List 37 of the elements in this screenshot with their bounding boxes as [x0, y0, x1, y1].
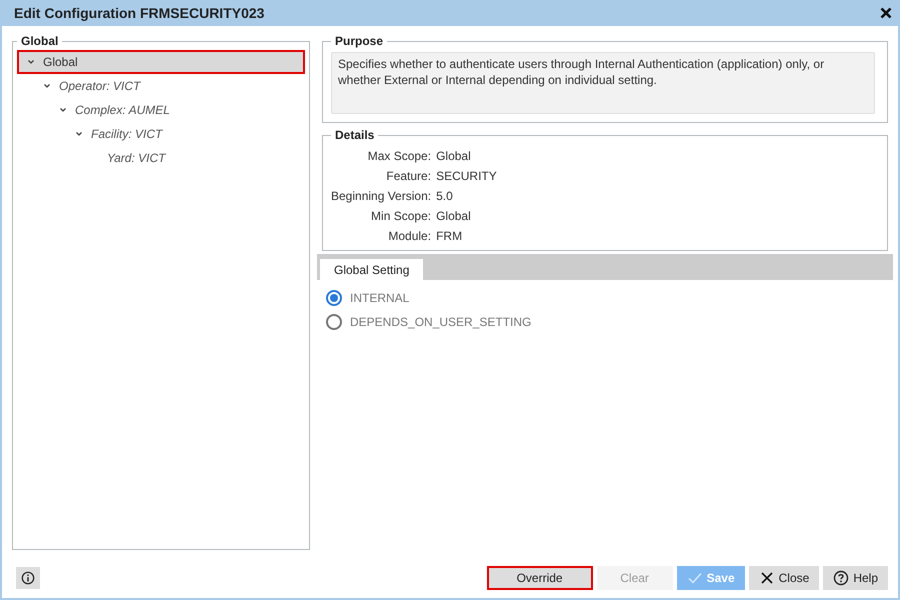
tree-item[interactable]: Operator: VICT: [17, 74, 305, 98]
tree-item[interactable]: Facility: VICT: [17, 122, 305, 146]
detail-label: Module:: [387, 228, 432, 244]
detail-value: SECURITY: [436, 168, 498, 184]
close-button[interactable]: Close: [748, 566, 820, 590]
detail-value: FRM: [436, 228, 464, 244]
info-icon: [21, 571, 35, 585]
purpose-text: Specifies whether to authenticate users through Internal Authentication (application) only, or whether External or Internal depending on individual setting.: [331, 52, 875, 114]
radio-label: INTERNAL: [350, 291, 410, 305]
radio-button[interactable]: [326, 290, 342, 306]
panel-legend: Global: [17, 34, 62, 48]
detail-label: Feature:: [385, 168, 432, 184]
close-icon[interactable]: [880, 7, 892, 19]
radio-label: DEPENDS_ON_USER_SETTING: [350, 315, 532, 329]
tree-item[interactable]: Global: [17, 50, 305, 74]
help-button[interactable]: Help: [823, 566, 888, 590]
detail-label: Min Scope:: [370, 208, 432, 224]
chevron-icon: [75, 130, 83, 138]
radio-button[interactable]: [326, 314, 342, 330]
help-icon: [833, 570, 850, 586]
detail-value: Global: [436, 208, 472, 224]
panel-legend: Details: [331, 128, 378, 142]
window-title: Edit Configuration FRMSECURITY023: [14, 5, 264, 21]
action-button[interactable]: Override: [486, 566, 593, 590]
detail-label: Max Scope:: [366, 148, 432, 164]
tree-item[interactable]: Yard: VICT: [17, 146, 305, 170]
detail-label: Beginning Version:: [331, 188, 432, 204]
chevron-icon: [59, 106, 67, 114]
panel-legend: Purpose: [331, 34, 388, 48]
chevron-icon: [27, 58, 35, 66]
close-icon: [758, 570, 775, 586]
detail-value: 5.0: [436, 188, 454, 204]
chevron-icon: [43, 82, 51, 90]
tree-item[interactable]: Complex: AUMEL: [17, 98, 305, 122]
detail-value: Global: [436, 148, 472, 164]
info-button[interactable]: [16, 567, 40, 589]
tab[interactable]: Global Setting: [320, 259, 424, 280]
